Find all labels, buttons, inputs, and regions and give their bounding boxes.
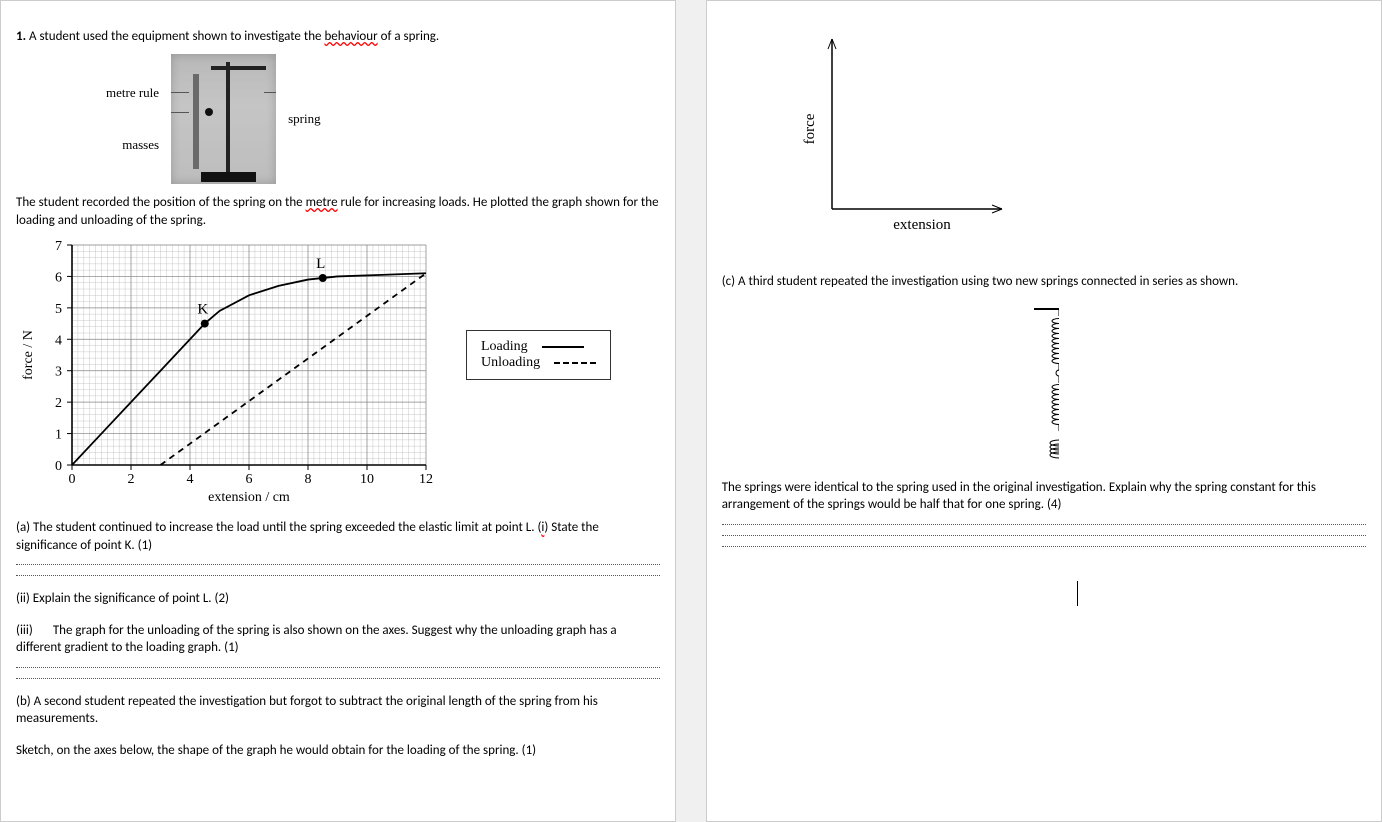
svg-text:10: 10 — [360, 472, 374, 487]
answer-line — [16, 678, 660, 679]
legend-solid-line — [542, 346, 584, 348]
svg-text:0: 0 — [69, 472, 76, 487]
label-masses: masses — [106, 137, 159, 153]
answer-line — [722, 546, 1366, 547]
apparatus-photo — [171, 54, 276, 184]
q1-b-sketch: Sketch, on the axes below, the shape of … — [16, 742, 660, 760]
springs-in-series-diagram — [1029, 301, 1059, 461]
svg-text:7: 7 — [55, 239, 62, 254]
q1-spell-metre: metre — [306, 195, 338, 210]
q1-para2: The student recorded the position of the… — [16, 194, 660, 229]
q1-c-explain: The springs were identical to the spring… — [722, 479, 1366, 514]
answer-line — [16, 564, 660, 565]
page-2: force extension (c) A third student repe… — [706, 0, 1382, 822]
chart-and-legend: 02468101201234567extension / cmforce / N… — [16, 235, 660, 505]
q1-number: 1. — [16, 29, 26, 44]
text-cursor — [1077, 581, 1079, 606]
q1-spell-behaviour: behaviour — [324, 29, 377, 44]
legend-loading-label: Loading — [481, 339, 528, 355]
svg-text:8: 8 — [305, 472, 312, 487]
svg-text:4: 4 — [55, 333, 62, 348]
answer-line — [16, 575, 660, 576]
svg-text:2: 2 — [128, 472, 135, 487]
legend-dashed-line — [554, 362, 596, 364]
question-1-header: 1. A student used the equipment shown to… — [16, 29, 660, 44]
q1-c-intro: (c) A third student repeated the investi… — [722, 273, 1366, 291]
apparatus-diagram: metre rule masses spring — [106, 54, 660, 184]
q1-b: (b) A second student repeated the invest… — [16, 693, 660, 728]
apparatus-labels-left: metre rule masses — [106, 85, 159, 153]
svg-text:2: 2 — [55, 396, 62, 411]
force-extension-chart: 02468101201234567extension / cmforce / N… — [16, 235, 446, 505]
svg-text:1: 1 — [55, 428, 62, 443]
label-metre-rule: metre rule — [106, 85, 159, 101]
q1-intro-a: A student used the equipment shown to in… — [29, 29, 324, 44]
q1-intro-b: of a spring. — [378, 29, 440, 44]
svg-text:12: 12 — [419, 472, 433, 487]
svg-text:extension / cm: extension / cm — [208, 490, 290, 505]
svg-text:6: 6 — [246, 472, 253, 487]
q1-a-ii: (ii) Explain the significance of point L… — [16, 590, 660, 608]
svg-text:K: K — [197, 302, 208, 318]
svg-text:0: 0 — [55, 459, 62, 474]
svg-text:5: 5 — [55, 302, 62, 317]
svg-text:6: 6 — [55, 271, 62, 286]
answer-line — [722, 535, 1366, 536]
q1-b-label: (b) — [16, 694, 31, 709]
q1-a-iii: (iii)The graph for the unloading of the … — [16, 622, 660, 657]
svg-text:L: L — [316, 256, 325, 272]
legend-unloading-label: Unloading — [481, 355, 540, 371]
page-gap — [676, 0, 705, 822]
q1-a-iii-label: (iii) — [16, 623, 33, 638]
axes2-xlabel: extension — [893, 217, 951, 233]
svg-text:force / N: force / N — [21, 330, 36, 380]
page-1: 1. A student used the equipment shown to… — [0, 0, 676, 822]
q1-a-i: (a) The student continued to increase th… — [16, 519, 660, 554]
label-spring: spring — [288, 111, 321, 127]
answer-line — [722, 524, 1366, 525]
axes2-ylabel: force — [802, 113, 818, 144]
svg-text:4: 4 — [187, 472, 194, 487]
blank-axes-force-extension: force extension — [792, 29, 1012, 239]
svg-text:3: 3 — [55, 365, 62, 380]
chart-legend: Loading Unloading — [466, 330, 611, 380]
answer-line — [16, 667, 660, 668]
